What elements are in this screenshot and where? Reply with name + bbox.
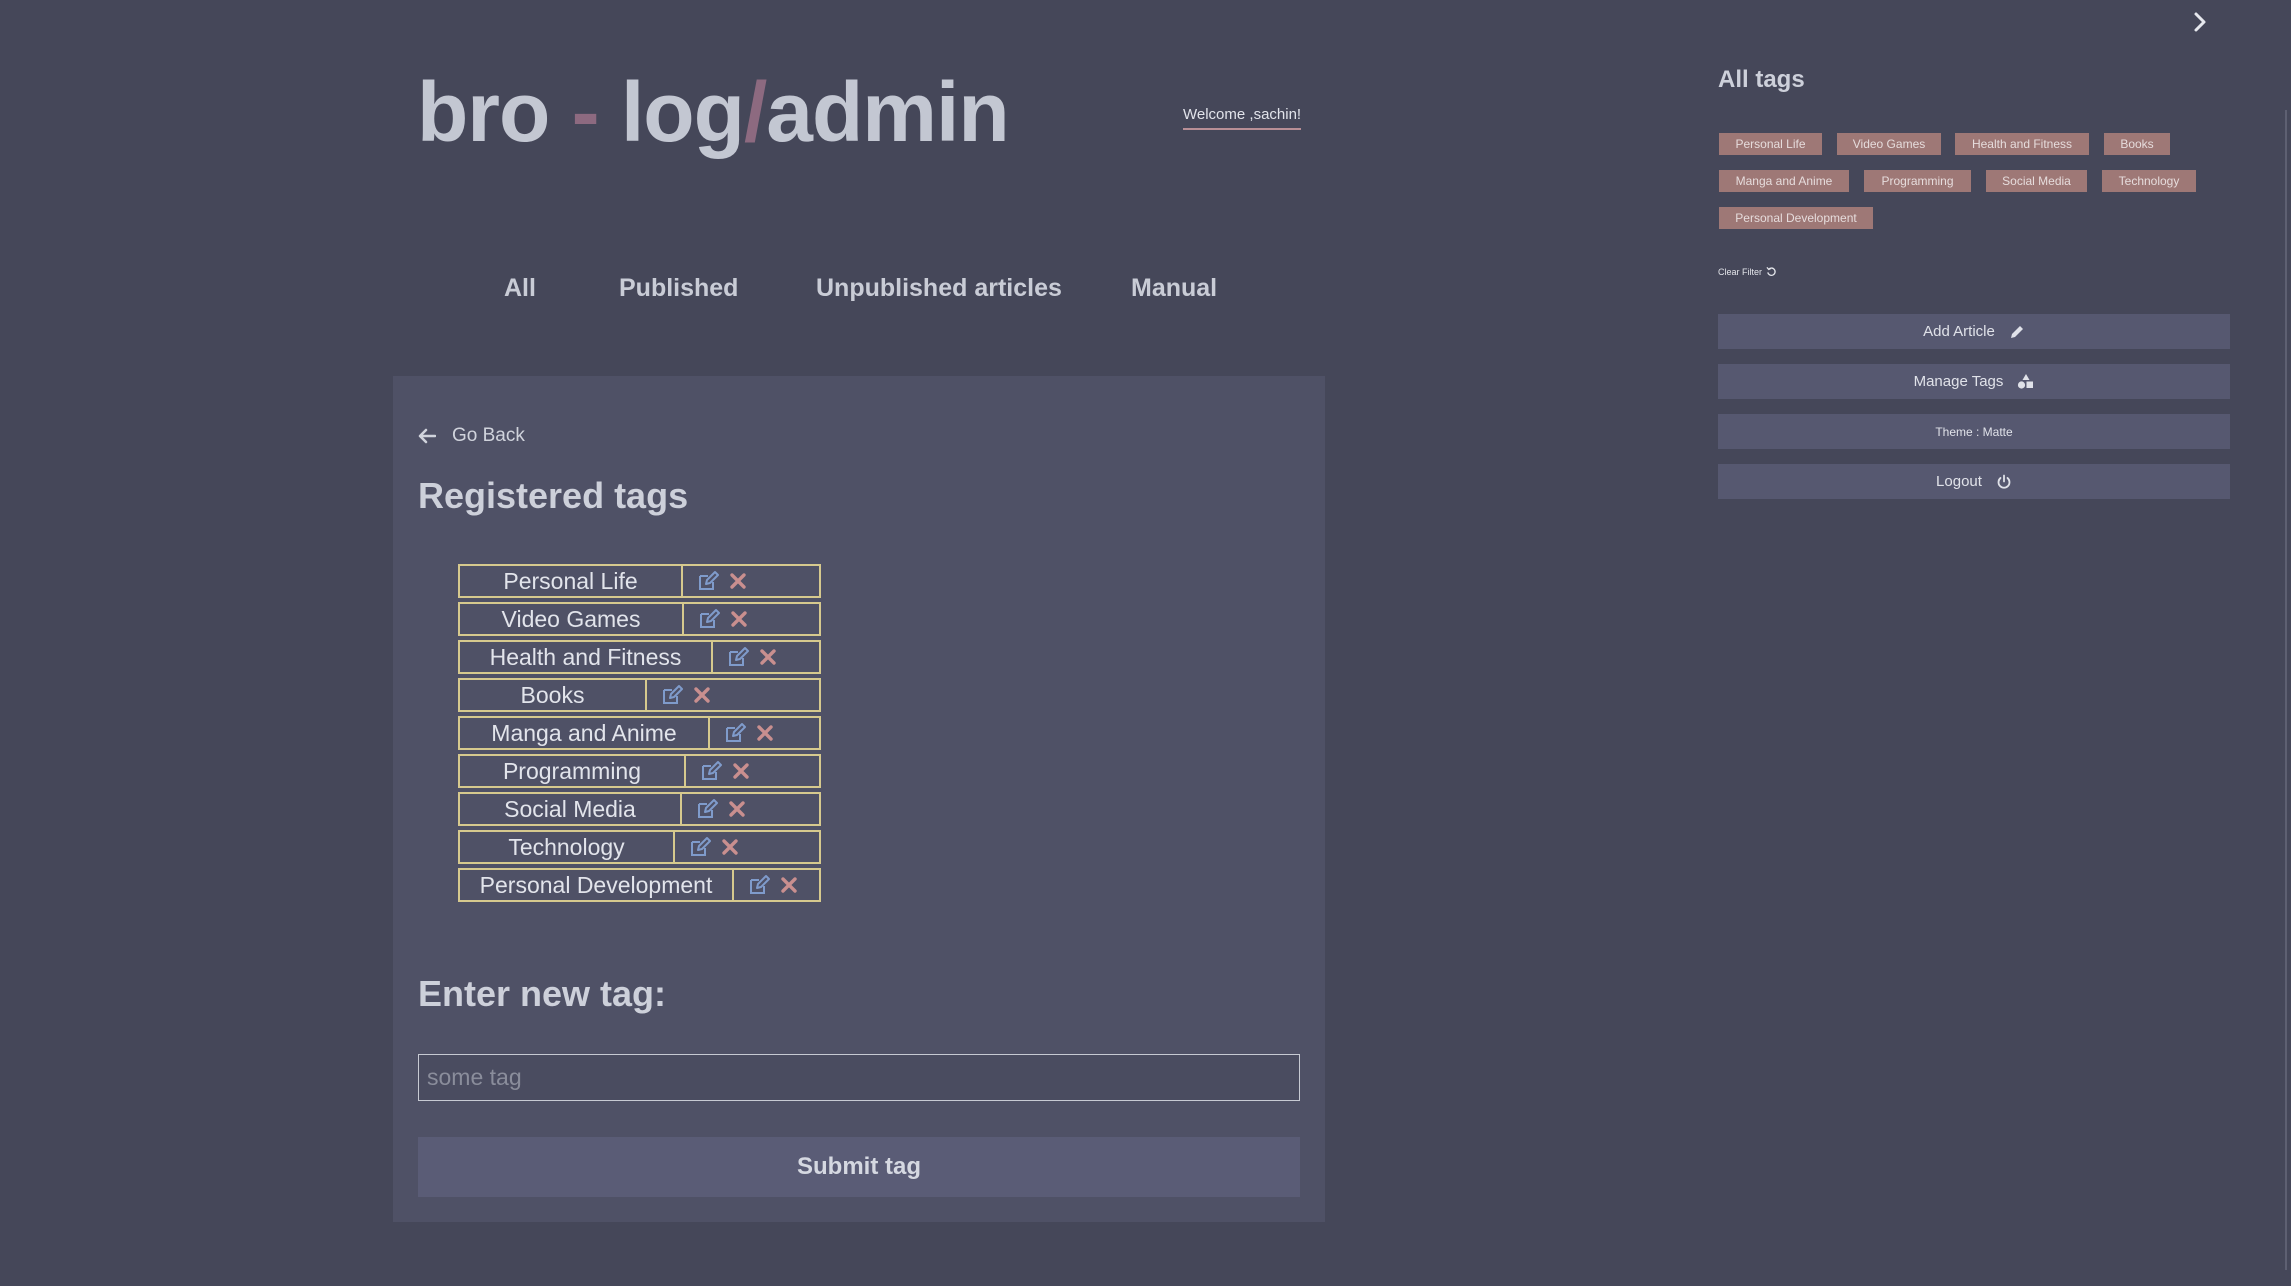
refresh-icon xyxy=(1766,266,1776,276)
edit-icon[interactable] xyxy=(724,722,746,744)
close-icon[interactable] xyxy=(721,838,739,856)
filter-chip-personal-development[interactable]: Personal Development xyxy=(1719,207,1873,229)
close-icon[interactable] xyxy=(780,876,798,894)
filter-chip-personal-life[interactable]: Personal Life xyxy=(1719,133,1822,155)
tag-row: Programming xyxy=(458,754,821,788)
tag-name: Personal Development xyxy=(460,870,734,900)
filter-chip-health-and-fitness[interactable]: Health and Fitness xyxy=(1955,133,2089,155)
manage-tags-button[interactable]: Manage Tags xyxy=(1718,364,2230,399)
nav-published[interactable]: Published xyxy=(619,274,738,303)
edit-icon[interactable] xyxy=(661,684,683,706)
logo-part-bro: bro xyxy=(417,65,550,159)
tag-name: Video Games xyxy=(460,604,684,634)
add-article-label: Add Article xyxy=(1923,323,1995,340)
edit-icon[interactable] xyxy=(700,760,722,782)
tag-row: Personal Development xyxy=(458,868,821,902)
close-icon[interactable] xyxy=(729,572,747,590)
site-logo[interactable]: bro - log/admin xyxy=(417,70,1010,154)
tag-actions xyxy=(682,794,746,824)
edit-icon[interactable] xyxy=(727,646,749,668)
tag-actions xyxy=(734,870,798,900)
nav-manual[interactable]: Manual xyxy=(1131,274,1217,303)
close-icon[interactable] xyxy=(730,610,748,628)
submit-tag-button[interactable]: Submit tag xyxy=(418,1137,1300,1197)
tag-name: Books xyxy=(460,680,647,710)
tag-row: Video Games xyxy=(458,602,821,636)
manage-tags-label: Manage Tags xyxy=(1913,373,2004,390)
logo-separator-dash: - xyxy=(549,65,621,159)
page-scrollbar[interactable] xyxy=(2285,110,2287,1270)
tag-row: Technology xyxy=(458,830,821,864)
edit-icon[interactable] xyxy=(696,798,718,820)
tag-actions xyxy=(683,566,747,596)
filter-chip-video-games[interactable]: Video Games xyxy=(1837,133,1941,155)
add-article-button[interactable]: Add Article xyxy=(1718,314,2230,349)
edit-icon[interactable] xyxy=(697,570,719,592)
close-icon[interactable] xyxy=(693,686,711,704)
chevron-right-icon xyxy=(2194,12,2206,32)
welcome-link[interactable]: Welcome ,sachin! xyxy=(1183,106,1302,130)
power-icon xyxy=(1997,474,2011,489)
filter-chip-books[interactable]: Books xyxy=(2104,133,2170,155)
nav-all[interactable]: All xyxy=(504,274,536,303)
theme-toggle-button[interactable]: Theme : Matte xyxy=(1718,414,2230,449)
tag-actions xyxy=(710,718,774,748)
filter-chip-social-media[interactable]: Social Media xyxy=(1986,170,2087,192)
tag-name: Social Media xyxy=(460,794,682,824)
tag-actions xyxy=(684,604,748,634)
logout-label: Logout xyxy=(1936,473,1982,490)
filter-chip-technology[interactable]: Technology xyxy=(2102,170,2196,192)
tag-actions xyxy=(675,832,739,862)
arrow-left-icon xyxy=(418,428,436,444)
tag-name: Health and Fitness xyxy=(460,642,713,672)
edit-icon[interactable] xyxy=(748,874,770,896)
tag-name: Manga and Anime xyxy=(460,718,710,748)
tag-name: Technology xyxy=(460,832,675,862)
close-icon[interactable] xyxy=(732,762,750,780)
logo-separator-slash: / xyxy=(743,65,767,159)
edit-icon[interactable] xyxy=(689,836,711,858)
tag-actions xyxy=(713,642,777,672)
clear-filter-label: Clear Filter xyxy=(1718,266,1763,277)
close-icon[interactable] xyxy=(759,648,777,666)
filter-chip-programming[interactable]: Programming xyxy=(1864,170,1971,192)
tag-name: Personal Life xyxy=(460,566,683,596)
logo-part-admin: admin xyxy=(766,65,1009,159)
registered-tags-heading: Registered tags xyxy=(418,475,689,516)
tag-row: Manga and Anime xyxy=(458,716,821,750)
manage-tags-panel: Go Back Registered tags Personal Life Vid… xyxy=(393,376,1325,1222)
go-back-link[interactable]: Go Back xyxy=(418,425,525,447)
logo-part-log: log xyxy=(620,65,745,159)
tag-row: Health and Fitness xyxy=(458,640,821,674)
pencil-icon xyxy=(2010,325,2023,338)
tag-row: Books xyxy=(458,678,821,712)
tag-actions xyxy=(686,756,750,786)
go-back-label: Go Back xyxy=(452,425,525,446)
tag-actions xyxy=(647,680,711,710)
clear-filter-button[interactable]: Clear Filter xyxy=(1718,266,1777,277)
logout-button[interactable]: Logout xyxy=(1718,464,2230,499)
sidebar-toggle-button[interactable] xyxy=(2191,10,2209,39)
edit-icon[interactable] xyxy=(698,608,720,630)
shapes-icon xyxy=(2018,374,2034,389)
tag-row: Social Media xyxy=(458,792,821,826)
registered-tags-table: Personal Life Video Games Health and Fitne… xyxy=(458,564,821,906)
tag-name: Programming xyxy=(460,756,686,786)
tag-row: Personal Life xyxy=(458,564,821,598)
all-tags-heading: All tags xyxy=(1718,66,1805,93)
close-icon[interactable] xyxy=(756,724,774,742)
filter-chip-manga-and-anime[interactable]: Manga and Anime xyxy=(1719,170,1849,192)
close-icon[interactable] xyxy=(728,800,746,818)
new-tag-input[interactable] xyxy=(418,1054,1300,1101)
nav-unpublished-articles[interactable]: Unpublished articles xyxy=(816,274,1062,303)
new-tag-heading: Enter new tag: xyxy=(418,973,667,1014)
